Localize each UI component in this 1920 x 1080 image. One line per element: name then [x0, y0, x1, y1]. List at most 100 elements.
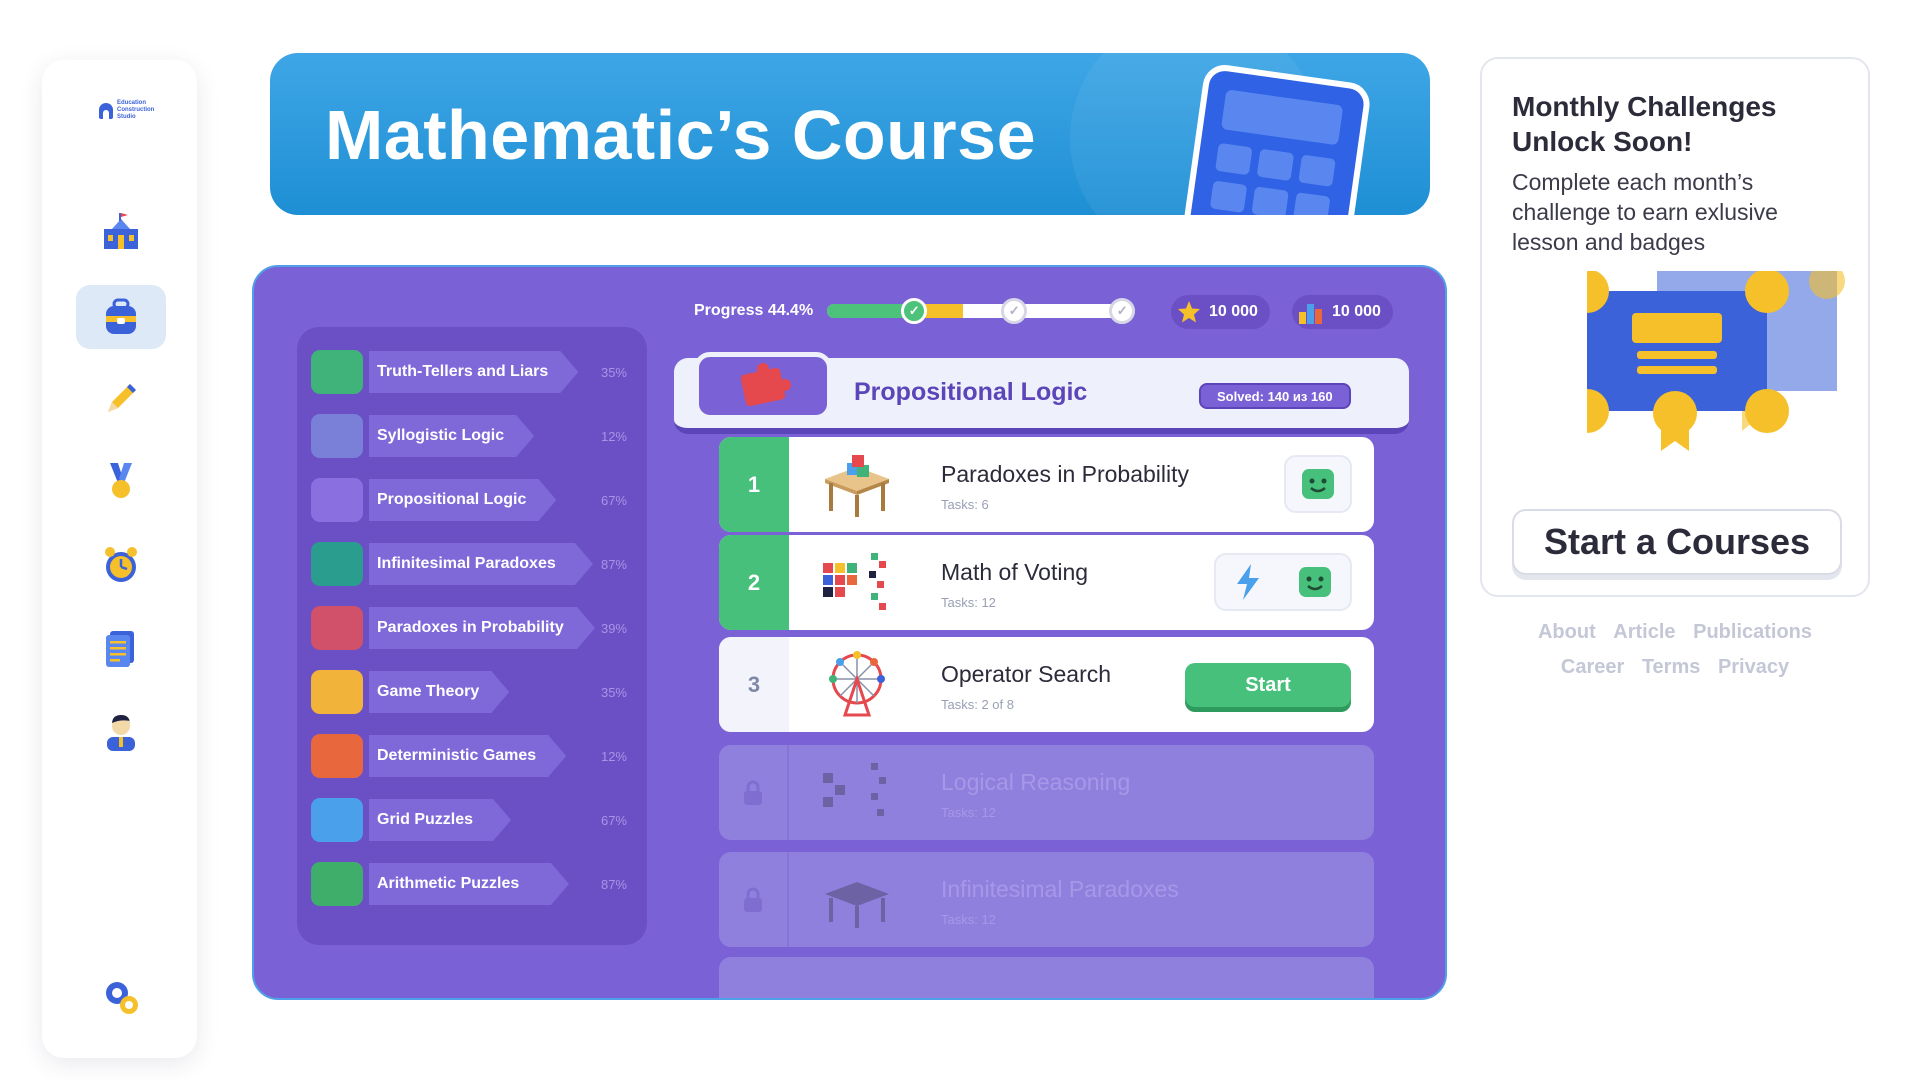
topic-item[interactable]: Infinitesimal Paradoxes 87%	[311, 541, 633, 587]
progress-checkpoint-done: ✓	[901, 298, 928, 324]
topic-label: Arithmetic Puzzles	[369, 863, 569, 905]
topic-label: Deterministic Games	[369, 735, 566, 777]
topic-label: Syllogistic Logic	[369, 415, 534, 457]
logo-text: Education Construction Studio	[117, 100, 155, 120]
topic-percent: 12%	[600, 428, 627, 444]
smiley-badge-icon	[1302, 469, 1334, 499]
lesson-card[interactable]: 1 Paradoxes in Probability Tasks: 6	[719, 437, 1374, 532]
nav-alarm[interactable]	[76, 533, 166, 597]
topic-percent: 39%	[600, 620, 627, 636]
lesson-number: 2	[719, 535, 789, 630]
stars-value: 10 000	[1209, 303, 1258, 320]
progress-bar: Progress 44.4% ✓ ✓ ✓	[694, 298, 1136, 324]
topic-percent: 87%	[600, 876, 627, 892]
topic-item[interactable]: Paradoxes in Probability 39%	[311, 605, 633, 651]
topic-item[interactable]: Propositional Logic 67%	[311, 477, 633, 523]
lesson-card-locked	[719, 957, 1374, 998]
footer-link-publications[interactable]: Publications	[1693, 621, 1812, 643]
nav-pencil[interactable]	[76, 367, 166, 431]
rating-bars-icon	[1299, 304, 1322, 324]
rating-counter: 10 000	[1292, 295, 1393, 329]
topic-item[interactable]: Syllogistic Logic 12%	[311, 413, 633, 459]
calculator-icon	[1179, 62, 1373, 215]
topic-icon	[311, 542, 363, 586]
progress-checkpoint: ✓	[1001, 298, 1028, 324]
footer-link-career[interactable]: Career	[1561, 656, 1624, 678]
course-header: Propositional Logic Solved: 140 из 160	[674, 352, 1409, 442]
challenges-title: Monthly Challenges Unlock Soon!	[1512, 91, 1777, 157]
topic-icon	[311, 478, 363, 522]
lesson-tasks: Tasks: 12	[941, 805, 996, 820]
lesson-lock	[719, 745, 789, 840]
topic-item[interactable]: Deterministic Games 12%	[311, 733, 633, 779]
solved-badge: Solved: 140 из 160	[1199, 383, 1351, 409]
start-button[interactable]: Start	[1185, 663, 1351, 707]
nav-notes[interactable]	[76, 616, 166, 680]
sidebar: Education Construction Studio	[42, 60, 197, 1058]
lesson-card-locked: Logical Reasoning Tasks: 12	[719, 745, 1374, 840]
footer-link-about[interactable]: About	[1538, 621, 1596, 643]
topic-icon	[311, 414, 363, 458]
star-icon	[1178, 301, 1200, 323]
progress-track: ✓ ✓ ✓	[827, 298, 1136, 324]
footer-link-privacy[interactable]: Privacy	[1718, 656, 1789, 678]
topic-percent: 35%	[600, 364, 627, 380]
topic-percent: 12%	[600, 748, 627, 764]
topic-icon	[311, 350, 363, 394]
start-courses-button[interactable]: Start a Courses	[1512, 509, 1842, 575]
topic-percent: 67%	[600, 492, 627, 508]
lock-icon	[744, 780, 762, 805]
ferris-wheel-icon	[829, 651, 885, 717]
footer-link-article[interactable]: Article	[1613, 621, 1675, 643]
nav-medal[interactable]	[76, 450, 166, 514]
progress-label: Progress 44.4%	[694, 302, 814, 319]
notes-icon	[106, 631, 134, 667]
lesson-tasks: Tasks: 12	[941, 912, 996, 927]
progress-checkpoint: ✓	[1109, 298, 1136, 324]
grid-pattern-icon	[823, 763, 886, 816]
topic-item[interactable]: Grid Puzzles 67%	[311, 797, 633, 843]
medal-icon	[110, 463, 132, 498]
lesson-badges	[1214, 553, 1352, 611]
lesson-lock	[719, 852, 789, 947]
topic-icon	[311, 670, 363, 714]
footer-link-terms[interactable]: Terms	[1642, 656, 1701, 678]
topic-label: Grid Puzzles	[369, 799, 511, 841]
lesson-tasks: Tasks: 6	[941, 497, 989, 512]
nav-settings[interactable]	[76, 965, 166, 1029]
table-blocks-icon	[825, 882, 889, 928]
course-title: Propositional Logic	[854, 378, 1088, 406]
lesson-tasks: Tasks: 12	[941, 595, 996, 610]
nav-backpack[interactable]	[76, 285, 166, 349]
topic-percent: 87%	[600, 556, 627, 572]
course-banner: Mathematic’s Course	[270, 53, 1430, 215]
footer-links: About Article Publications Career Terms …	[1480, 615, 1870, 685]
logo[interactable]: Education Construction Studio	[99, 100, 155, 121]
topic-item[interactable]: Arithmetic Puzzles 87%	[311, 861, 633, 907]
lesson-title: Paradoxes in Probability	[941, 461, 1190, 487]
topic-item[interactable]: Game Theory 35%	[311, 669, 633, 715]
topic-percent: 35%	[600, 684, 627, 700]
page-title: Mathematic’s Course	[325, 96, 1037, 174]
topic-item[interactable]: Truth-Tellers and Liars 35%	[311, 349, 633, 395]
nav-profile[interactable]	[76, 700, 166, 764]
topic-label: Paradoxes in Probability	[369, 607, 595, 649]
challenges-card: Monthly Challenges Unlock Soon! Complete…	[1480, 57, 1870, 597]
topic-icon	[311, 798, 363, 842]
topic-label: Propositional Logic	[369, 479, 556, 521]
backpack-icon	[106, 298, 136, 334]
settings-icon	[106, 982, 138, 1014]
topic-icon	[311, 862, 363, 906]
lesson-title: Logical Reasoning	[941, 769, 1131, 795]
lock-icon	[744, 887, 762, 912]
course-header-tab	[694, 352, 832, 420]
school-icon	[104, 213, 138, 249]
topic-icon	[311, 606, 363, 650]
lesson-number: 1	[719, 437, 789, 532]
topic-label: Truth-Tellers and Liars	[369, 351, 578, 393]
profile-icon	[107, 715, 135, 751]
lesson-card[interactable]: 3 Operator Search Tasks: 2 of 8 Start	[719, 637, 1374, 732]
lesson-card[interactable]: 2 Math of Voting Tasks: 12	[719, 535, 1374, 630]
nav-school[interactable]	[76, 200, 166, 264]
topics-list: Truth-Tellers and Liars 35% Syllogistic Lo…	[297, 327, 647, 945]
